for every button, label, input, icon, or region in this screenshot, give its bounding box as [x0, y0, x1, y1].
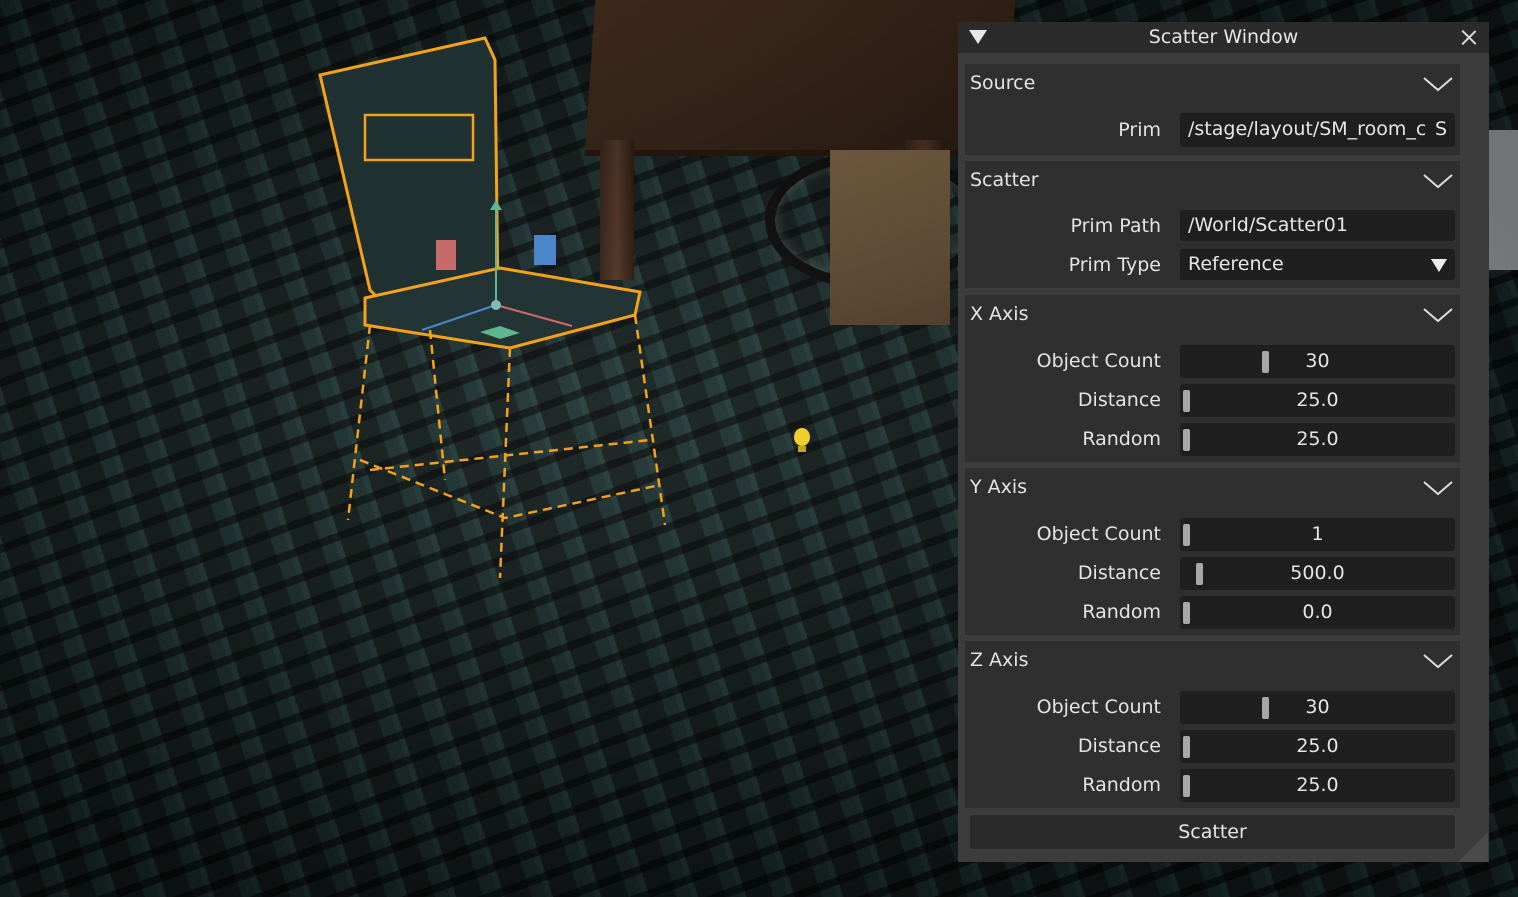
- gizmo-plane-yz: [534, 235, 556, 265]
- object-count-label: Object Count: [1036, 523, 1161, 545]
- slider-value: 30: [1305, 350, 1330, 372]
- source-section-header[interactable]: Source: [965, 64, 1460, 104]
- y-random-slider[interactable]: 0.0: [1180, 596, 1455, 629]
- chair-outline: [318, 36, 500, 312]
- scatter-section-header[interactable]: Scatter: [965, 161, 1460, 201]
- x-axis-section-header[interactable]: X Axis: [965, 295, 1460, 335]
- prim-type-value: Reference: [1188, 253, 1284, 275]
- close-icon[interactable]: [1459, 27, 1479, 47]
- gizmo-center: [491, 300, 501, 310]
- section-title: Scatter: [970, 169, 1039, 191]
- object-count-label: Object Count: [1036, 696, 1161, 718]
- gizmo-plane-xy: [436, 240, 456, 270]
- scatter-section: Scatter Prim Path /World/Scatter01 Prim …: [965, 161, 1460, 288]
- y-axis-section-header[interactable]: Y Axis: [965, 468, 1460, 508]
- x-random-slider[interactable]: 25.0: [1180, 423, 1455, 456]
- chevron-down-icon[interactable]: [1422, 307, 1454, 323]
- distance-label: Distance: [1077, 389, 1161, 411]
- chair-legs-outline: [346, 314, 667, 579]
- distance-label: Distance: [1077, 562, 1161, 584]
- random-label: Random: [1082, 601, 1161, 623]
- random-label: Random: [1082, 428, 1161, 450]
- x-distance-slider[interactable]: 25.0: [1180, 384, 1455, 417]
- slider-value: 25.0: [1296, 428, 1339, 450]
- chevron-down-icon[interactable]: [1422, 480, 1454, 496]
- slider-value: 25.0: [1296, 774, 1339, 796]
- x-object-count-slider[interactable]: 30: [1180, 345, 1455, 378]
- z-object-count-slider[interactable]: 30: [1180, 691, 1455, 724]
- light-bulb-glass: [794, 428, 810, 446]
- section-title: Y Axis: [970, 476, 1028, 498]
- z-axis-section-header[interactable]: Z Axis: [965, 641, 1460, 681]
- chevron-down-icon[interactable]: [1422, 173, 1454, 189]
- scatter-button[interactable]: Scatter: [970, 815, 1455, 849]
- source-prim-select-button[interactable]: S: [1432, 118, 1450, 140]
- triangle-down-icon[interactable]: [1431, 259, 1447, 272]
- chevron-down-icon[interactable]: [1422, 76, 1454, 92]
- section-title: Z Axis: [970, 649, 1029, 671]
- light-bulb-icon[interactable]: [790, 424, 814, 454]
- distance-label: Distance: [1077, 735, 1161, 757]
- prim-path-value: /World/Scatter01: [1188, 214, 1348, 236]
- section-title: X Axis: [970, 303, 1029, 325]
- chevron-down-icon[interactable]: [1422, 653, 1454, 669]
- y-axis-section: Y Axis Object Count 1 Distance 500.0 Ran…: [965, 468, 1460, 635]
- y-object-count-slider[interactable]: 1: [1180, 518, 1455, 551]
- prim-path-label: Prim Path: [1070, 215, 1161, 237]
- source-section: Source Prim /stage/layout/SM_room_cl S: [965, 64, 1460, 155]
- slider-value: 30: [1305, 696, 1330, 718]
- window-title: Scatter Window: [1148, 26, 1299, 48]
- prim-label: Prim: [1118, 119, 1161, 141]
- random-label: Random: [1082, 774, 1161, 796]
- light-bulb-base: [798, 446, 806, 452]
- slider-value: 1: [1311, 523, 1324, 545]
- section-title: Source: [970, 72, 1036, 94]
- window-titlebar[interactable]: Scatter Window: [958, 22, 1489, 53]
- prim-type-dropdown[interactable]: Reference: [1180, 249, 1455, 280]
- resize-grip-icon[interactable]: [1458, 832, 1488, 862]
- selected-chair[interactable]: [310, 30, 680, 590]
- slider-value: 25.0: [1296, 389, 1339, 411]
- z-axis-section: Z Axis Object Count 30 Distance 25.0 Ran…: [965, 641, 1460, 808]
- chair-stretcher-outline: [359, 438, 661, 520]
- z-random-slider[interactable]: 25.0: [1180, 769, 1455, 802]
- source-prim-value: /stage/layout/SM_room_cl: [1188, 118, 1425, 140]
- slider-value: 25.0: [1296, 735, 1339, 757]
- prim-path-field[interactable]: /World/Scatter01: [1180, 210, 1455, 241]
- slider-value: 0.0: [1302, 601, 1333, 623]
- scatter-window: Scatter Window Source Prim /stage/layout…: [958, 22, 1489, 862]
- source-prim-field[interactable]: /stage/layout/SM_room_cl S: [1180, 113, 1455, 147]
- prim-type-label: Prim Type: [1068, 254, 1161, 276]
- y-distance-slider[interactable]: 500.0: [1180, 557, 1455, 590]
- object-count-label: Object Count: [1036, 350, 1161, 372]
- x-axis-section: X Axis Object Count 30 Distance 25.0 Ran…: [965, 295, 1460, 462]
- z-distance-slider[interactable]: 25.0: [1180, 730, 1455, 763]
- slider-value: 500.0: [1290, 562, 1345, 584]
